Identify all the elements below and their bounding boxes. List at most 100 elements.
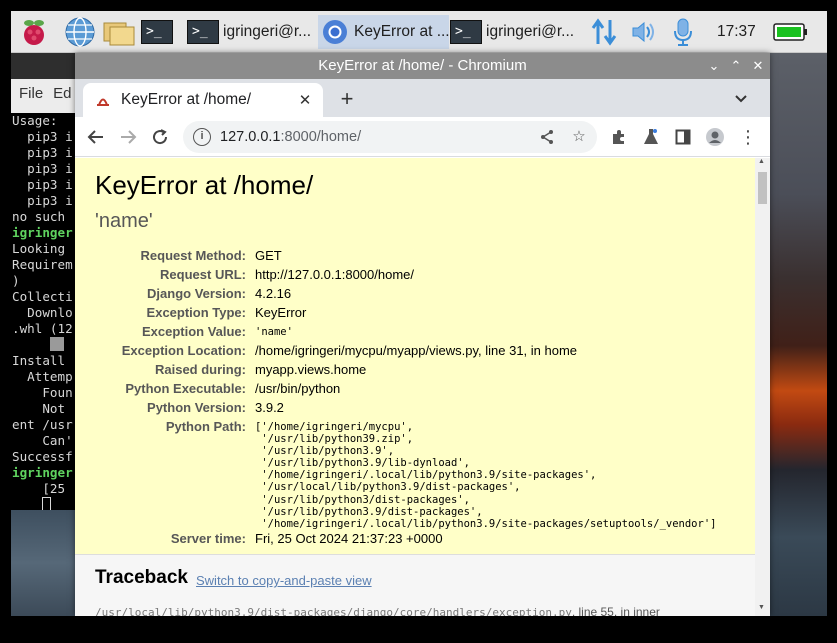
meta-key: Server time: bbox=[170, 531, 246, 546]
task-label: KeyError at ... bbox=[354, 23, 449, 40]
frame-suffix: , line 55, in inner bbox=[571, 605, 660, 616]
meta-value: 3.9.2 bbox=[255, 400, 284, 415]
terminal-menu-edit[interactable]: Ed bbox=[53, 85, 71, 102]
web-browser-globe-icon[interactable] bbox=[64, 16, 96, 48]
profile-avatar-icon[interactable] bbox=[702, 124, 728, 150]
switch-to-copy-paste-link[interactable]: Switch to copy-and-paste view bbox=[196, 573, 372, 588]
terminal-line: pip3 i bbox=[12, 161, 73, 176]
meta-key: Request Method: bbox=[140, 248, 246, 263]
tab-title: KeyError at /home/ bbox=[121, 91, 252, 108]
page-scrollbar[interactable]: ▲ ▼ bbox=[755, 158, 770, 616]
django-error-page: KeyError at /home/ 'name' Request Method… bbox=[75, 158, 755, 616]
taskbar-terminal-launcher[interactable]: >_ bbox=[141, 15, 177, 49]
traceback-heading: Traceback bbox=[95, 567, 188, 588]
meta-row: Python Executable: /usr/bin/python bbox=[75, 381, 755, 396]
meta-key: Request URL: bbox=[160, 267, 246, 282]
terminal-output: Usage: pip3 i pip3 i pip3 i pip3 i pip3 … bbox=[12, 113, 73, 510]
tab-strip: KeyError at /home/ ✕ + bbox=[75, 79, 770, 117]
extensions-puzzle-icon[interactable] bbox=[606, 124, 632, 150]
new-tab-plus-icon[interactable]: + bbox=[335, 87, 359, 111]
django-favicon-icon bbox=[95, 92, 111, 108]
terminal-menubar: File Ed bbox=[19, 86, 81, 102]
taskbar-task-chromium[interactable]: KeyError at ... bbox=[318, 15, 449, 49]
chromium-window: KeyError at /home/ - Chromium ⌄ ⌃ ✕ KeyE… bbox=[75, 53, 770, 616]
meta-row: Server time: Fri, 25 Oct 2024 21:37:23 +0… bbox=[75, 531, 755, 546]
terminal-line: pip3 i bbox=[12, 145, 73, 160]
tab-keyerror[interactable]: KeyError at /home/ ✕ bbox=[83, 83, 323, 117]
window-menu-chevron-icon[interactable]: ⌄ bbox=[704, 53, 724, 79]
terminal-titlebar bbox=[11, 53, 81, 79]
volume-icon[interactable] bbox=[630, 11, 658, 53]
terminal-line: igringer bbox=[12, 465, 73, 480]
raspberry-menu-icon[interactable] bbox=[18, 16, 50, 48]
labs-flask-icon[interactable] bbox=[638, 124, 664, 150]
network-updown-icon[interactable] bbox=[591, 11, 617, 53]
terminal-line bbox=[12, 337, 73, 353]
taskbar: >_ >_ igringeri@r... KeyError at ... >_ … bbox=[11, 11, 827, 53]
exception-value-heading: 'name' bbox=[95, 210, 153, 232]
scrollbar-thumb[interactable] bbox=[758, 172, 767, 204]
window-titlebar[interactable]: KeyError at /home/ - Chromium ⌄ ⌃ ✕ bbox=[75, 53, 770, 79]
address-bar[interactable]: i 127.0.0.1:8000/home/ ☆ bbox=[183, 121, 597, 153]
terminal-line bbox=[12, 497, 73, 510]
terminal-line: Usage: bbox=[12, 113, 58, 128]
frame-path: /usr/local/lib/python3.9/dist-packages/d… bbox=[95, 606, 572, 616]
site-info-icon[interactable]: i bbox=[193, 128, 211, 146]
scroll-down-arrow-icon[interactable]: ▼ bbox=[758, 604, 765, 611]
meta-row: Request Method: GET bbox=[75, 248, 755, 263]
meta-value: GET bbox=[255, 248, 282, 263]
meta-row: Python Path: ['/home/igringeri/mycpu', '/… bbox=[75, 419, 755, 530]
terminal-line: pip3 i bbox=[12, 129, 73, 144]
meta-row: Exception Location: /home/igringeri/mycpu… bbox=[75, 343, 755, 358]
wallpaper-lower bbox=[11, 510, 81, 616]
terminal-icon: >_ bbox=[187, 20, 219, 44]
meta-key: Python Path: bbox=[165, 419, 246, 434]
microphone-icon[interactable] bbox=[672, 11, 694, 53]
back-arrow-icon[interactable] bbox=[83, 124, 109, 150]
terminal-line: igringer bbox=[12, 225, 73, 240]
wallpaper bbox=[770, 53, 827, 616]
window-maximize-icon[interactable]: ⌃ bbox=[726, 53, 746, 79]
window-close-icon[interactable]: ✕ bbox=[748, 53, 768, 79]
reload-icon[interactable] bbox=[147, 124, 173, 150]
terminal-line: [25 bbox=[12, 481, 66, 496]
terminal-line: no such bbox=[12, 209, 66, 224]
meta-value: myapp.views.home bbox=[255, 362, 367, 377]
terminal-line: ent /usr bbox=[12, 417, 73, 432]
tab-close-icon[interactable]: ✕ bbox=[295, 91, 315, 109]
clock[interactable]: 17:37 bbox=[717, 11, 756, 53]
meta-key: Django Version: bbox=[147, 286, 246, 301]
browser-menu-kebab-icon[interactable]: ⋮ bbox=[735, 124, 761, 150]
side-panel-icon[interactable] bbox=[670, 124, 696, 150]
terminal-line: Foun bbox=[12, 385, 73, 400]
terminal-line: Successf bbox=[12, 449, 73, 464]
meta-value: /home/igringeri/mycpu/myapp/views.py, li… bbox=[255, 343, 578, 358]
scroll-up-arrow-icon[interactable]: ▲ bbox=[758, 158, 765, 165]
meta-key: Exception Value: bbox=[141, 324, 246, 339]
taskbar-task-terminal-1[interactable]: >_ igringeri@r... bbox=[187, 15, 315, 49]
battery-icon[interactable] bbox=[773, 11, 809, 53]
meta-row: Exception Value: 'name' bbox=[75, 324, 755, 339]
meta-value: 4.2.16 bbox=[255, 286, 292, 301]
meta-row: Python Version: 3.9.2 bbox=[75, 400, 755, 415]
meta-value: KeyError bbox=[255, 305, 307, 320]
tab-search-chevron-icon[interactable] bbox=[729, 87, 753, 111]
window-title: KeyError at /home/ - Chromium bbox=[318, 57, 527, 74]
address-url[interactable]: 127.0.0.1:8000/home/ bbox=[220, 129, 361, 145]
terminal-line: Downlo bbox=[12, 305, 73, 320]
terminal-line: .whl (12 bbox=[12, 321, 73, 336]
taskbar-task-terminal-2[interactable]: >_ igringeri@r... bbox=[450, 15, 578, 49]
terminal-window[interactable]: File Ed Usage: pip3 i pip3 i pip3 i pip3 … bbox=[11, 53, 81, 510]
meta-value: Fri, 25 Oct 2024 21:37:23 +0000 bbox=[255, 531, 443, 546]
share-icon[interactable] bbox=[535, 125, 559, 149]
terminal-header: File Ed bbox=[11, 53, 81, 113]
terminal-line: Install bbox=[12, 353, 66, 368]
file-manager-folder-icon[interactable] bbox=[102, 16, 135, 48]
bookmark-star-icon[interactable]: ☆ bbox=[567, 125, 591, 149]
terminal-line: Can' bbox=[12, 433, 73, 448]
progress-block bbox=[49, 337, 64, 351]
terminal-cursor bbox=[42, 497, 52, 510]
meta-row: Raised during: myapp.views.home bbox=[75, 362, 755, 377]
terminal-menu-file[interactable]: File bbox=[19, 85, 43, 102]
forward-arrow-icon[interactable] bbox=[115, 124, 141, 150]
